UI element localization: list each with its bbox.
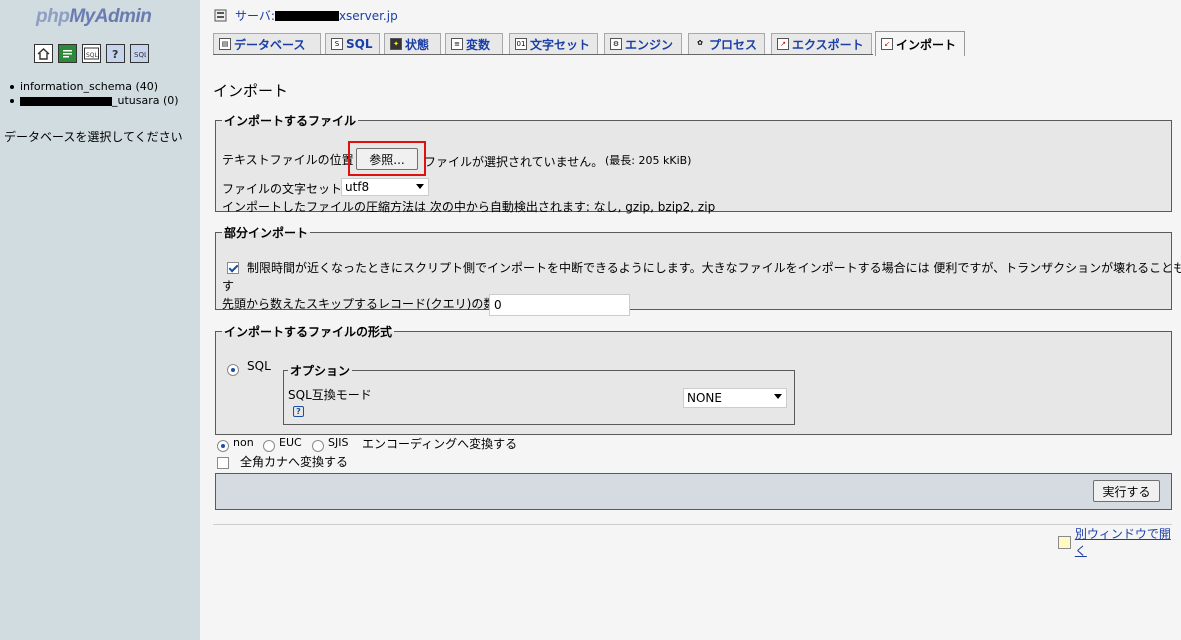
divider	[213, 524, 1172, 525]
process-icon: ✿	[697, 39, 703, 47]
database-icon: ▤	[219, 38, 231, 50]
browse-button[interactable]: 参照...	[356, 148, 418, 170]
compression-text: インポートしたファイルの圧縮方法は 次の中から自動検出されます: なし, gzi…	[222, 200, 716, 214]
options-legend: オプション	[288, 362, 353, 379]
tab-sql[interactable]: S SQL	[325, 33, 380, 54]
encoding-sjis-radio[interactable]	[312, 440, 324, 452]
chevron-down-icon	[416, 184, 424, 189]
svg-text:SQL: SQL	[86, 52, 99, 59]
home-icon[interactable]	[34, 44, 53, 63]
tab-export[interactable]: ↗ エクスポート	[771, 33, 872, 54]
file-fieldset: インポートするファイル テキストファイルの位置 参照... ファイルが選択されて…	[215, 112, 1172, 214]
encoding-convert-label: エンコーディングへ変換する	[362, 437, 518, 451]
variables-icon: ≡	[451, 38, 463, 50]
query-window-icon[interactable]	[58, 44, 77, 63]
bullet-icon	[10, 99, 14, 103]
bullet-icon	[10, 85, 14, 89]
file-location-label: テキストファイルの位置	[222, 153, 354, 167]
submit-row: 実行する	[215, 473, 1172, 510]
import-icon: ↙	[881, 38, 893, 50]
encoding-sjis-label: SJIS	[328, 436, 349, 449]
compat-mode-label: SQL互換モード	[288, 388, 372, 402]
tab-status[interactable]: ✦ 状態	[384, 33, 441, 54]
phpmyadmin-logo[interactable]: phpMyAdmin	[36, 6, 152, 28]
server-suffix[interactable]: xserver.jp	[339, 9, 398, 23]
database-item-utusara[interactable]: _utusara (0)	[10, 94, 179, 108]
database-item-information-schema[interactable]: information_schema (40)	[10, 80, 179, 94]
skip-queries-input[interactable]: 0	[489, 294, 630, 316]
help-icon[interactable]: ?	[106, 44, 125, 63]
open-new-window-link[interactable]: 別ウィンドウで開く	[1058, 525, 1181, 559]
help-icon[interactable]: ?	[293, 406, 304, 417]
kana-convert-checkbox[interactable]	[217, 457, 229, 469]
tab-import[interactable]: ↙ インポート	[875, 31, 965, 56]
main-tabs: ▤ データベース S SQL ✦ 状態 ≡ 変数 01 文字セット ⚙ エンジン ✿ プロセス…	[213, 31, 1173, 56]
nav-icons: SQL ? SQL	[34, 44, 149, 63]
new-window-icon	[1058, 535, 1071, 549]
server-breadcrumb: サーバ: xserver.jp	[214, 7, 398, 24]
allow-interrupt-text-cont: す	[222, 279, 235, 293]
status-icon: ✦	[390, 38, 402, 50]
compat-mode-select[interactable]: NONE	[683, 388, 787, 408]
tab-charsets[interactable]: 01 文字セット	[509, 33, 598, 54]
format-legend: インポートするファイルの形式	[224, 325, 393, 339]
tab-processes[interactable]: ✿ プロセス	[688, 33, 765, 54]
encoding-non-label: non	[233, 436, 254, 449]
svg-text:?: ?	[112, 48, 118, 60]
options-fieldset: オプション SQL互換モード NONE	[283, 362, 795, 425]
partial-legend: 部分インポート	[224, 226, 309, 240]
charset-label: ファイルの文字セット:	[222, 182, 347, 196]
encoding-euc-label: EUC	[279, 436, 302, 449]
no-file-text: ファイルが選択されていません。	[424, 155, 604, 169]
max-size-text: (最長: 205 kKiB)	[605, 154, 692, 167]
charset-select[interactable]: utf8	[341, 178, 429, 196]
select-database-prompt: データベースを選択してください	[4, 130, 183, 144]
tab-baseline	[213, 54, 873, 55]
partial-import-fieldset: 部分インポート 制限時間が近くなったときにスクリプト側でインポートを中断できるよ…	[215, 224, 1181, 316]
format-fieldset: インポートするファイルの形式 SQL オプション SQL互換モード NONE ?	[215, 323, 1172, 435]
skip-queries-label: 先頭から数えたスキップするレコード(クエリ)の数	[222, 297, 496, 311]
database-list: information_schema (40) _utusara (0)	[10, 80, 179, 108]
tab-variables[interactable]: ≡ 変数	[445, 33, 503, 54]
documentation-icon[interactable]: SQL	[130, 44, 149, 63]
server-prefix[interactable]: サーバ:	[235, 7, 275, 24]
allow-interrupt-text: 制限時間が近くなったときにスクリプト側でインポートを中断できるようにします。大き…	[247, 261, 1181, 275]
svg-text:SQL: SQL	[134, 51, 146, 59]
encoding-euc-radio[interactable]	[263, 440, 275, 452]
file-legend: インポートするファイル	[224, 114, 357, 128]
encoding-non-radio[interactable]	[217, 440, 229, 452]
go-button[interactable]: 実行する	[1093, 480, 1160, 502]
sql-icon: S	[331, 38, 343, 50]
server-icon	[214, 9, 227, 21]
redacted-text	[20, 96, 112, 106]
redacted-text	[274, 10, 339, 21]
export-icon: ↗	[777, 38, 789, 50]
chevron-down-icon	[774, 394, 782, 399]
page-title: インポート	[213, 82, 289, 100]
sql-format-label: SQL	[247, 359, 271, 373]
charset-icon: 01	[515, 38, 527, 50]
engine-icon: ⚙	[610, 38, 622, 50]
tab-engines[interactable]: ⚙ エンジン	[604, 33, 682, 54]
allow-interrupt-checkbox[interactable]	[227, 262, 239, 274]
kana-convert-label: 全角カナへ変換する	[240, 455, 349, 469]
sql-docs-icon[interactable]: SQL	[82, 44, 101, 63]
sql-format-radio[interactable]	[227, 364, 239, 376]
tab-databases[interactable]: ▤ データベース	[213, 33, 321, 54]
left-frame: phpMyAdmin SQL ? SQL information_schema …	[0, 0, 200, 640]
